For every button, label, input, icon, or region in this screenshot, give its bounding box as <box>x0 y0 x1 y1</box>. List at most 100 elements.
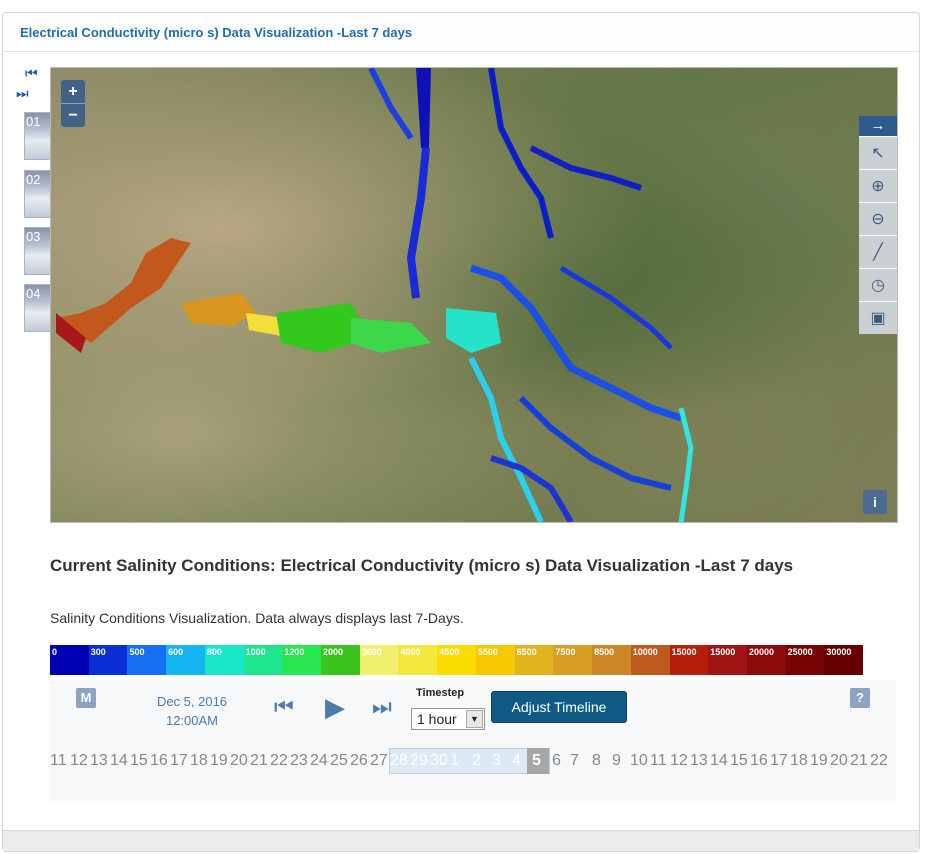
timeline-day[interactable]: 17 <box>170 748 188 774</box>
timeline-day[interactable]: 19 <box>810 748 828 774</box>
bay-region <box>56 238 191 343</box>
pointer-icon[interactable]: ↖ <box>859 136 897 169</box>
map-zoom-control[interactable]: + − <box>61 80 85 127</box>
legend-label: 4000 <box>400 647 421 657</box>
timeline-current-day[interactable]: 5 <box>527 748 549 774</box>
legend-label: 15000 <box>710 647 736 657</box>
play-icon[interactable]: ▶ <box>325 692 345 723</box>
legend-swatch: 20000 <box>746 645 786 675</box>
river-segment <box>529 145 642 191</box>
timeline-day[interactable]: 26 <box>350 748 368 774</box>
legend-label: 30000 <box>826 647 852 657</box>
legend-label: 1000 <box>245 647 266 657</box>
river-north <box>416 68 431 148</box>
map-info-button[interactable]: i <box>863 490 887 514</box>
timeline-day[interactable]: 11 <box>650 748 667 774</box>
timeline-day[interactable]: 15 <box>730 748 748 774</box>
legend-label: 300 <box>90 647 106 657</box>
thumbnail-02[interactable]: 02 <box>24 170 52 218</box>
timeline-day[interactable]: 29 <box>410 748 428 774</box>
salinity-map[interactable]: + − → ↖ ⊕ ⊖ ╱ ◷ ▣ i <box>50 67 898 523</box>
timeline-day[interactable]: 4 <box>512 748 521 774</box>
timeline-day[interactable]: 19 <box>210 748 228 774</box>
timeline-day[interactable]: 7 <box>570 748 579 774</box>
river-segment <box>468 356 544 522</box>
thumbnail-04[interactable]: 04 <box>24 284 52 332</box>
step-forward-icon[interactable]: ⏭ <box>372 694 392 720</box>
timeline-day[interactable]: 14 <box>110 748 128 774</box>
zoom-out-icon[interactable]: ⊖ <box>859 202 897 235</box>
legend-swatch: 10000 <box>630 645 670 675</box>
measure-icon[interactable]: ╱ <box>859 235 897 268</box>
timeline-day[interactable]: 23 <box>290 748 308 774</box>
panel-header: Electrical Conductivity (micro s) Data V… <box>3 13 919 52</box>
chevron-down-icon: ▼ <box>466 710 483 728</box>
timeline-day[interactable]: 16 <box>750 748 768 774</box>
timeline-day[interactable]: 11 <box>50 748 67 774</box>
timeline-day[interactable]: 18 <box>790 748 808 774</box>
timeline-day[interactable]: 27 <box>370 748 388 774</box>
timeline-day[interactable]: 14 <box>710 748 728 774</box>
last-frame-icon[interactable]: ⏭ <box>16 86 29 100</box>
timeline-day[interactable]: 28 <box>390 748 408 774</box>
m-button[interactable]: M <box>76 688 96 708</box>
timeline-day[interactable]: 12 <box>670 748 688 774</box>
timeline-day[interactable]: 6 <box>552 748 561 774</box>
timeline-day[interactable]: 12 <box>70 748 88 774</box>
legend-swatch: 7500 <box>553 645 593 675</box>
timeline-day[interactable]: 30 <box>430 748 448 774</box>
timeline-day[interactable]: 1 <box>450 748 459 774</box>
timeline-day[interactable]: 20 <box>230 748 248 774</box>
timeline-day[interactable]: 22 <box>870 748 888 774</box>
timeline-day[interactable]: 13 <box>690 748 708 774</box>
step-back-icon[interactable]: ⏮ <box>274 694 294 720</box>
timeline-day[interactable]: 16 <box>150 748 168 774</box>
timeline-day[interactable]: 3 <box>492 748 501 774</box>
timeline-day[interactable]: 22 <box>270 748 288 774</box>
clock-icon[interactable]: ◷ <box>859 268 897 301</box>
legend-swatch: 2000 <box>321 645 360 675</box>
timeline-day[interactable]: 21 <box>850 748 868 774</box>
legend-swatch: 25000 <box>785 645 825 675</box>
legend-label: 2000 <box>323 647 344 657</box>
timestep-select[interactable]: 1 hour ▼ <box>411 708 485 730</box>
thumbnail-03[interactable]: 03 <box>24 227 52 275</box>
timeline-day[interactable]: 8 <box>592 748 601 774</box>
timeline-days[interactable]: 5 11 12 13 14 15 16 17 18 19 20 21 22 23 24 25 26 27 28 29… <box>50 748 896 774</box>
arrow-right-icon[interactable]: → <box>859 116 897 136</box>
timeline-day[interactable]: 24 <box>310 748 328 774</box>
first-frame-icon[interactable]: ⏮ <box>25 66 38 80</box>
legend-swatch: 500 <box>127 645 167 675</box>
timeline-day[interactable]: 10 <box>630 748 648 774</box>
thumbnail-01[interactable]: 01 <box>24 112 52 160</box>
thumbnail-label: 03 <box>26 229 41 244</box>
timeline-day[interactable]: 17 <box>770 748 788 774</box>
legend-label: 25000 <box>787 647 813 657</box>
river-segment <box>406 147 430 299</box>
legend-label: 10000 <box>632 647 658 657</box>
legend-label: 500 <box>129 647 145 657</box>
panel-title: Electrical Conductivity (micro s) Data V… <box>20 25 413 40</box>
legend-swatch: 6500 <box>514 645 554 675</box>
timeline-day[interactable]: 20 <box>830 748 848 774</box>
timeline-day[interactable]: 21 <box>250 748 268 774</box>
timeline-day[interactable]: 15 <box>130 748 148 774</box>
zoom-in-icon[interactable]: ⊕ <box>859 169 897 202</box>
legend-swatch: 15000 <box>669 645 709 675</box>
current-day-label: 5 <box>532 752 541 769</box>
legend-swatch: 4500 <box>437 645 476 675</box>
timeline-day[interactable]: 25 <box>330 748 348 774</box>
map-zoom-out-button[interactable]: − <box>61 103 85 127</box>
section-title: Current Salinity Conditions: Electrical … <box>50 556 794 575</box>
map-zoom-in-button[interactable]: + <box>61 80 85 103</box>
legend-swatch: 0 <box>50 645 89 675</box>
timeline-day[interactable]: 9 <box>612 748 621 774</box>
timeline-day[interactable]: 13 <box>90 748 108 774</box>
help-button[interactable]: ? <box>850 688 870 708</box>
timeline-day[interactable]: 2 <box>472 748 481 774</box>
current-datetime: Dec 5, 2016 12:00AM <box>150 692 234 730</box>
legend-swatch: 15000 <box>708 645 747 675</box>
timeline-day[interactable]: 18 <box>190 748 208 774</box>
adjust-timeline-button[interactable]: Adjust Timeline <box>491 691 627 723</box>
fullscreen-icon[interactable]: ▣ <box>859 301 897 334</box>
